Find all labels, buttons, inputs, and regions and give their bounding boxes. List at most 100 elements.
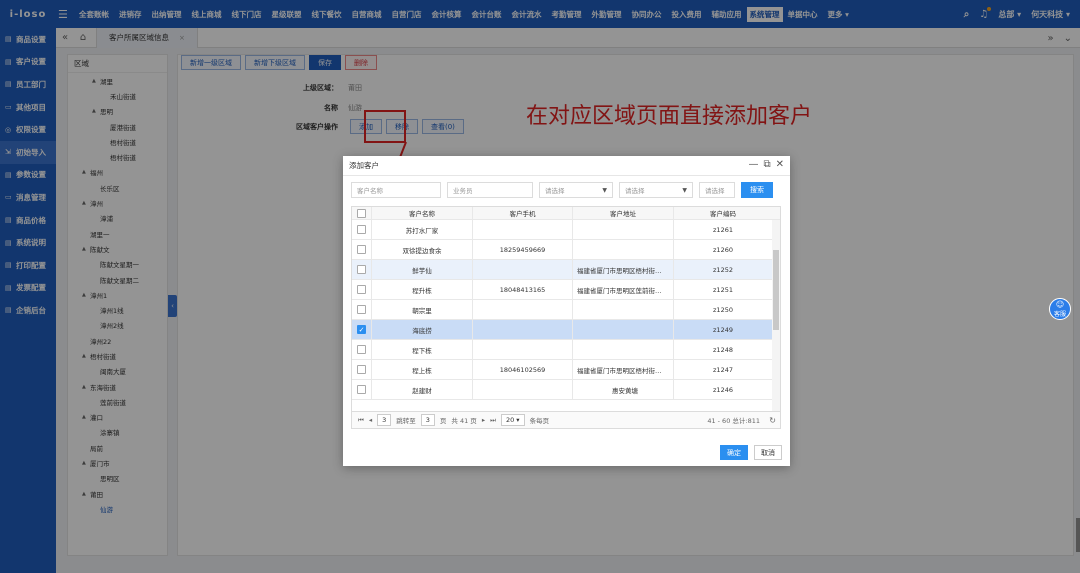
row-checkbox[interactable]	[357, 365, 366, 374]
page-scrollbar[interactable]	[1076, 518, 1080, 552]
select-all-checkbox[interactable]	[357, 208, 366, 218]
cell-name: 双徐提边食余	[372, 240, 473, 259]
goto-label: 跳转至	[396, 417, 416, 425]
filter-select-1[interactable]: 请选择 ▼	[539, 182, 613, 198]
row-checkbox-cell	[352, 260, 372, 279]
cell-code: z1250	[713, 305, 733, 314]
cancel-button[interactable]: 取消	[754, 445, 782, 460]
cell-name: 程升栋	[372, 280, 473, 299]
page-input[interactable]: 3	[377, 414, 392, 426]
close-icon[interactable]: ✕	[776, 159, 784, 170]
maximize-icon[interactable]: ⧉	[763, 159, 770, 170]
cell-address	[573, 340, 674, 359]
cell-address	[573, 300, 674, 319]
row-checkbox[interactable]	[357, 285, 366, 294]
cell-phone	[473, 380, 573, 399]
customer-service-button[interactable]: ☺ 客服	[1049, 298, 1071, 320]
cell-name: 朝宗里	[372, 300, 473, 319]
table-row[interactable]: 朝宗里 z1250	[352, 300, 780, 320]
salesman-input[interactable]: 业务员	[447, 182, 533, 198]
first-page-icon[interactable]: ⏮	[358, 416, 364, 425]
cell-address	[573, 320, 674, 339]
next-page-icon[interactable]: ▸	[482, 416, 485, 424]
cell-phone: 18046102569	[473, 360, 573, 379]
caret-down-icon: ▼	[682, 186, 687, 194]
row-checkbox[interactable]: ✓	[357, 325, 366, 334]
customer-name-input[interactable]: 客户名称	[351, 182, 441, 198]
row-checkbox-cell	[352, 340, 372, 359]
row-checkbox[interactable]	[357, 305, 366, 314]
row-checkbox[interactable]	[357, 385, 366, 394]
pager: ⏮ ◂ 3 跳转至 3 页 共 41 页 ▸ ⏭ 20 ▾ 条每页 41 - 6…	[351, 411, 781, 429]
page-unit: 页	[439, 417, 447, 425]
cell-phone: 18259459669	[473, 240, 573, 259]
row-checkbox-cell	[352, 220, 372, 239]
cell-phone: 18048413165	[473, 280, 573, 299]
col-header-phone: 客户手机	[473, 207, 573, 219]
cell-code: z1260	[713, 245, 733, 254]
cell-name: 程上栋	[372, 360, 473, 379]
row-checkbox-cell	[352, 280, 372, 299]
minimize-icon[interactable]: —	[748, 159, 758, 170]
dialog-controls: — ⧉ ✕	[748, 159, 784, 170]
grid-header: 客户名称 客户手机 客户地址 客户编码	[352, 207, 780, 220]
table-row[interactable]: 程下栋 z1248	[352, 340, 780, 360]
grid-scrollbar[interactable]	[772, 220, 780, 415]
dialog-title-bar: 添加客户 — ⧉ ✕	[343, 156, 790, 176]
cell-phone	[473, 260, 573, 279]
row-checkbox[interactable]	[357, 265, 366, 274]
cell-address: 福建省厦门市思明区梧村街…	[573, 260, 674, 279]
table-row[interactable]: 赵建财 惠安黄塘 z1246	[352, 380, 780, 400]
per-page-label: 条每页	[529, 417, 550, 425]
page-size-select[interactable]: 20 ▾	[500, 414, 525, 426]
cell-name: 赵建财	[372, 380, 473, 399]
table-row[interactable]: 程上栋 18046102569 福建省厦门市思明区梧村街… z1247	[352, 360, 780, 380]
cell-code: z1251	[713, 285, 733, 294]
table-row[interactable]: 双徐提边食余 18259459669 z1260	[352, 240, 780, 260]
row-checkbox-cell	[352, 300, 372, 319]
last-page-icon[interactable]: ⏭	[490, 416, 496, 425]
dialog-footer: 确定 取消	[720, 445, 782, 460]
chat-icon: ☺	[1055, 300, 1065, 309]
cell-code: z1252	[713, 265, 733, 274]
cell-code: z1249	[713, 325, 733, 334]
cell-code: z1246	[713, 385, 733, 394]
row-checkbox-cell	[352, 380, 372, 399]
cell-phone	[473, 320, 573, 339]
confirm-button[interactable]: 确定	[720, 445, 748, 460]
filter-select-2[interactable]: 请选择 ▼	[619, 182, 693, 198]
row-checkbox-cell	[352, 360, 372, 379]
filter-select-2-value: 请选择	[625, 187, 645, 195]
cell-address: 福建省厦门市思明区梧村街…	[573, 360, 674, 379]
cell-code: z1247	[713, 365, 733, 374]
table-row[interactable]: 程升栋 18048413165 福建省厦门市思明区莲前街… z1251	[352, 280, 780, 300]
add-customer-dialog: 添加客户 — ⧉ ✕ 客户名称 业务员 请选择 ▼ 请选择 ▼ 请选择 搜索 客户名…	[343, 156, 790, 466]
prev-page-icon[interactable]: ◂	[369, 416, 372, 424]
grid-body: 苏打水厂家 z1261 双徐提边食余 18259459669 z1260 鲜芋仙 福建省厦门…	[352, 220, 780, 400]
pager-summary: 41 - 60 总计:811	[707, 417, 760, 425]
row-checkbox[interactable]	[357, 225, 366, 234]
dialog-filters: 客户名称 业务员 请选择 ▼ 请选择 ▼ 请选择 搜索	[351, 182, 773, 198]
service-label: 客服	[1053, 311, 1066, 318]
col-header-address: 客户地址	[573, 207, 674, 219]
filter-select-1-value: 请选择	[545, 187, 565, 195]
cell-code: z1261	[713, 225, 733, 234]
filter-select-3[interactable]: 请选择	[699, 182, 735, 198]
caret-down-icon: ▼	[602, 186, 607, 194]
header-checkbox-cell	[352, 207, 372, 219]
table-row[interactable]: ✓ 海底捞 z1249	[352, 320, 780, 340]
col-header-name: 客户名称	[372, 207, 473, 219]
table-row[interactable]: 苏打水厂家 z1261	[352, 220, 780, 240]
row-checkbox[interactable]	[357, 345, 366, 354]
refresh-icon[interactable]: ↻	[769, 416, 776, 425]
row-checkbox[interactable]	[357, 245, 366, 254]
goto-input[interactable]: 3	[420, 414, 435, 426]
row-checkbox-cell	[352, 240, 372, 259]
cell-address: 福建省厦门市思明区莲前街…	[573, 280, 674, 299]
table-row[interactable]: 鲜芋仙 福建省厦门市思明区梧村街… z1252	[352, 260, 780, 280]
total-pages: 共 41 页	[451, 417, 477, 425]
customer-grid: 客户名称 客户手机 客户地址 客户编码 苏打水厂家 z1261 双徐提边食余 1825…	[351, 206, 781, 416]
cell-code: z1248	[713, 345, 733, 354]
scrollbar-thumb[interactable]	[773, 250, 779, 330]
search-button[interactable]: 搜索	[741, 182, 773, 198]
